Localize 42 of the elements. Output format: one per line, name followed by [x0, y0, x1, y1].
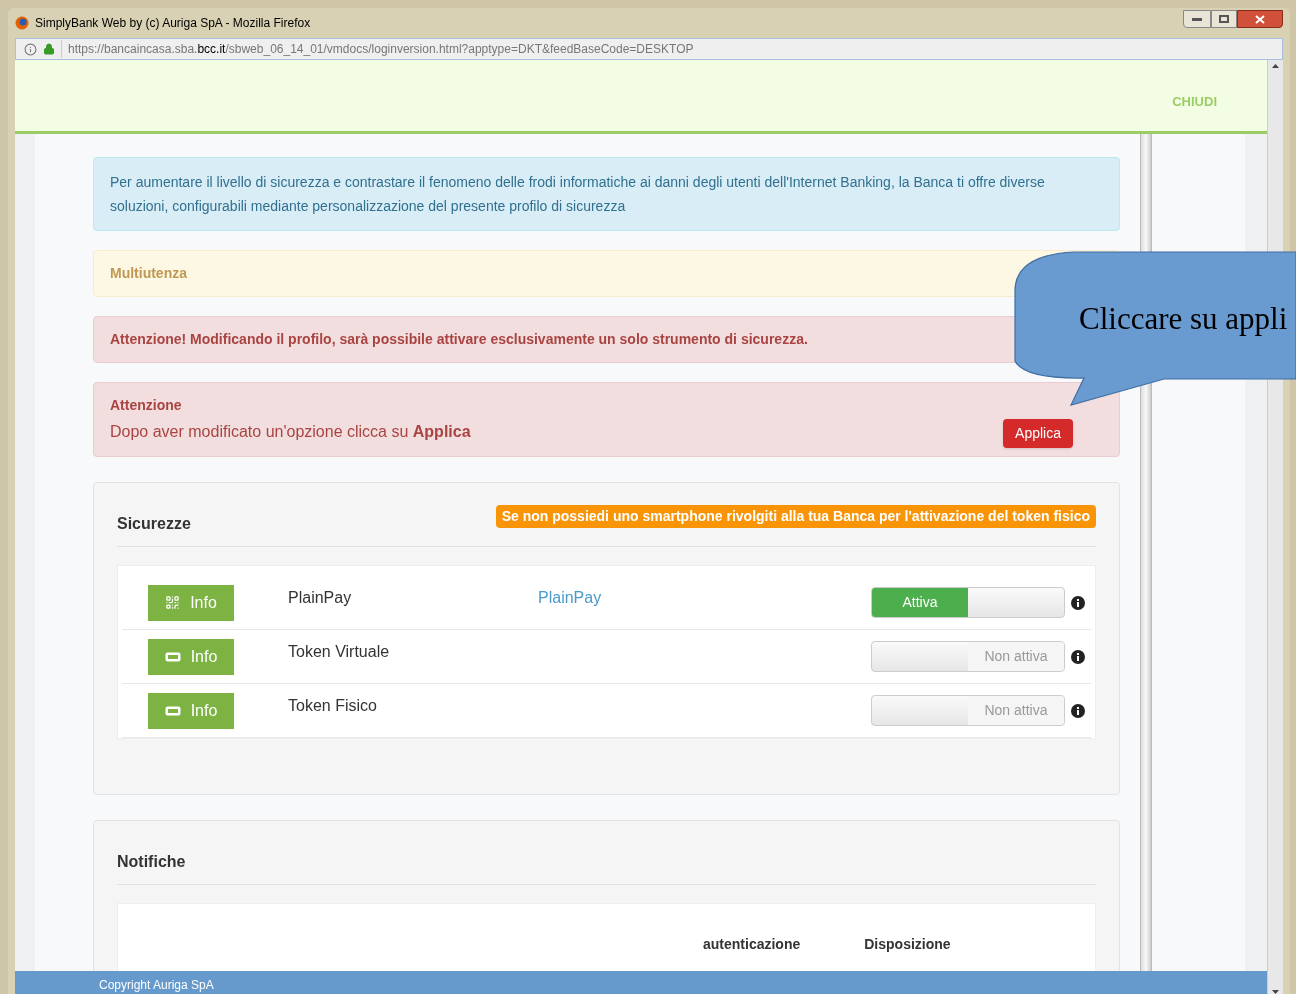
- close-button[interactable]: [1237, 10, 1283, 28]
- info-icon: [1071, 703, 1085, 718]
- info-icon: [1071, 649, 1085, 664]
- toggle-switch[interactable]: Attiva: [871, 587, 1065, 618]
- address-bar[interactable]: https://bancaincasa.sba.bcc.it/sbweb_06_14_01/vmdocs/loginversion.html?apptype=DKT&feedBaseCode=DESKTOP: [15, 38, 1283, 60]
- info-button[interactable]: Info: [148, 692, 234, 729]
- alert-title: Attenzione! Modificando il profilo, sarà possibile attivare esclusivamente un solo strumento di sicurezza.: [110, 330, 808, 349]
- alert-title: Attenzione: [110, 396, 183, 415]
- column-header: Disposizione: [864, 935, 951, 952]
- toggle-label: Non attiva: [984, 647, 1048, 666]
- alert-text: Dopo aver modificato un'opzione clicca su Applica: [110, 422, 471, 442]
- url-text: https://bancaincasa.sba.bcc.it/sbweb_06_14_01/vmdocs/loginversion.html?apptype=DKT&feedBaseCode=DESKTOP: [61, 40, 694, 58]
- alert-text: Per aumentare il livello di sicurezza e contrastare il fenomeno delle frodi informatiche ai danni degli utenti dell'Internet Banking, la Banca ti offre diverse soluzioni, configurabili mediante personalizzazione del presente profilo di sicurezza: [110, 173, 1046, 216]
- minimize-button[interactable]: [1183, 10, 1211, 28]
- apply-button[interactable]: Applica: [1003, 419, 1073, 448]
- callout-text: Cliccare su appli: [1079, 300, 1288, 338]
- scroll-down-icon: [1272, 990, 1279, 994]
- info-button[interactable]: Info: [148, 638, 234, 675]
- info-icon: [1071, 595, 1085, 610]
- toggle-label: Attiva: [902, 593, 938, 612]
- toggle-switch[interactable]: Non attiva: [871, 641, 1065, 672]
- panel-title: Notifiche: [117, 852, 186, 872]
- panel-title: Sicurezze: [117, 514, 191, 534]
- notice-badge: Se non possiedi uno smartphone rivolgiti alla tua Banca per l'attivazione del token fisico: [495, 505, 1096, 528]
- close-link[interactable]: CHIUDI: [1172, 91, 1217, 112]
- method-name: PlainPay: [288, 587, 353, 608]
- scroll-up-icon: [1272, 64, 1279, 68]
- method-name: Token Fisico: [288, 695, 378, 716]
- column-header: autenticazione: [703, 935, 801, 952]
- footer-text: Copyright Auriga SpA: [99, 976, 214, 994]
- toggle-label: Non attiva: [984, 701, 1048, 720]
- window-title: SimplyBank Web by (c) Auriga SpA - Mozilla Firefox: [35, 15, 311, 32]
- maximize-button[interactable]: [1211, 10, 1237, 28]
- close-icon: [1255, 14, 1265, 24]
- alert-title: Multiutenza: [110, 264, 187, 283]
- info-button[interactable]: Info: [148, 584, 234, 621]
- toggle-switch[interactable]: Non attiva: [871, 695, 1065, 726]
- browser-logo-icon: [15, 16, 29, 30]
- info-icon: [24, 42, 37, 56]
- qr-code-icon: [165, 595, 181, 610]
- method-name: Token Virtuale: [288, 641, 391, 662]
- method-link[interactable]: PlainPay: [538, 588, 602, 606]
